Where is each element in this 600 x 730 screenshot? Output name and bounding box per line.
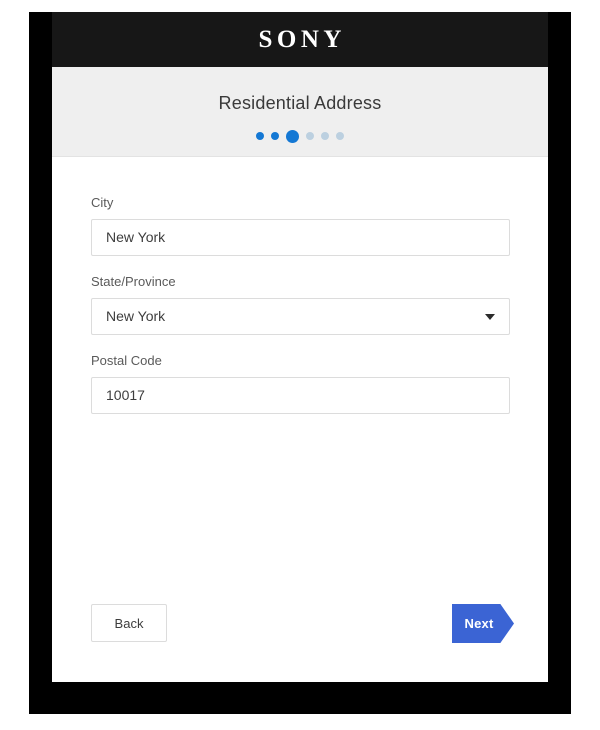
city-label: City [91,195,114,210]
field-group-state-province: State/Province New York [91,274,510,335]
chevron-down-icon [485,313,495,320]
progress-dot-4 [306,132,314,140]
form-body: City New York State/Province New York Po… [52,158,548,682]
progress-dot-2 [271,132,279,140]
field-group-city: City New York [91,195,510,256]
city-value: New York [106,229,166,245]
back-button[interactable]: Back [91,604,167,642]
sony-logo: SONY [258,26,346,53]
postal-code-input[interactable]: 10017 [91,377,510,414]
state-province-value: New York [106,308,166,324]
field-group-postal-code: Postal Code 10017 [91,353,510,414]
device-screen: SONY Residential Address City New York S… [52,12,548,682]
page-title: Residential Address [218,93,382,113]
progress-dot-5 [321,132,329,140]
progress-dot-3-active [286,129,299,143]
state-province-select[interactable]: New York [91,298,510,335]
next-button[interactable]: Next [452,604,514,643]
footer-actions: Back Next [52,604,548,652]
city-input[interactable]: New York [91,219,510,256]
brand-header: SONY [52,12,548,67]
postal-code-label: Postal Code [91,353,162,368]
state-province-label: State/Province [91,274,176,289]
postal-code-value: 10017 [106,387,145,403]
progress-dot-1 [256,132,264,140]
progress-indicator [52,129,548,143]
progress-dot-6 [336,132,344,140]
step-header-band: Residential Address [52,67,548,157]
